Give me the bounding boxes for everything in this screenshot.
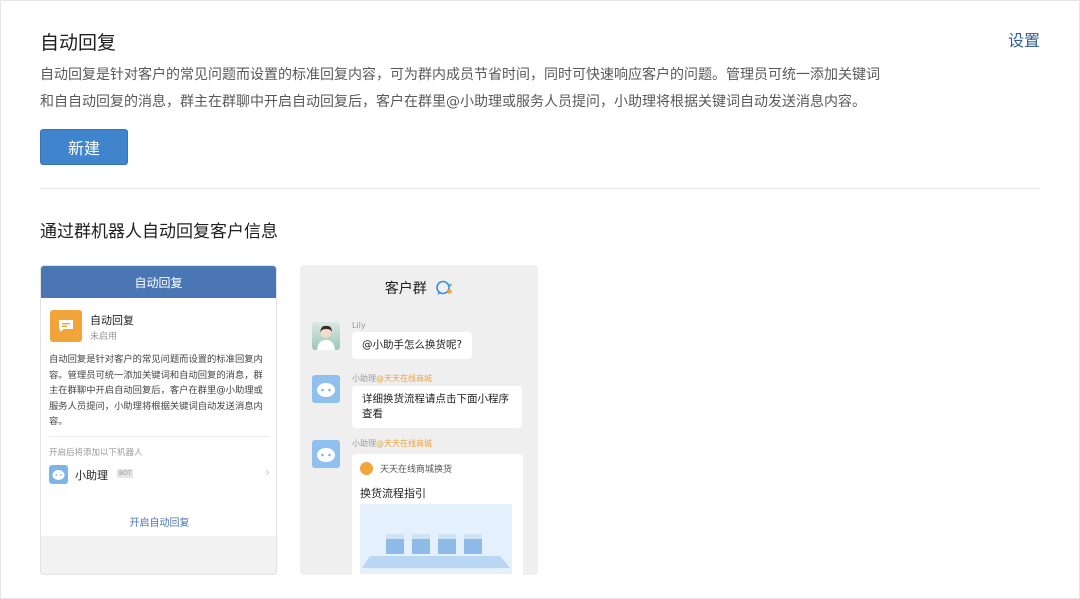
mini-program-illustration: [360, 504, 512, 574]
shop-icon: [360, 462, 373, 475]
mini-program-title: 换货流程指引: [360, 487, 426, 500]
bot-tag: BOT: [117, 469, 134, 478]
description-line: 和自自动回复的消息，群主在群聊中开启自动回复后，客户在群里@小助理或服务人员提问…: [40, 94, 866, 110]
divider: [40, 188, 1040, 189]
sender-name: 小助理: [352, 439, 376, 448]
group-title-text: 客户群: [384, 281, 427, 297]
bot-name: 小助理: [75, 469, 108, 482]
bot-avatar-icon: [49, 465, 68, 484]
feature-status: 未启用: [90, 332, 118, 342]
chevron-right-icon: ›: [265, 465, 270, 479]
page-description: 自动回复是针对客户的常见问题而设置的标准回复内容，可为群内成员节省时间，同时可快…: [40, 62, 980, 116]
bot-row[interactable]: 小助理 BOT ›: [49, 462, 270, 486]
bot-avatar-icon: [312, 440, 340, 468]
section-title: 通过群机器人自动回复客户信息: [40, 222, 278, 242]
preview-chat-card: 客户群 Lily @小助手怎么换货呢? 小助理@天天在线商城 详细换货流程请点击…: [300, 265, 538, 575]
new-button[interactable]: 新建: [40, 129, 128, 165]
avatar: [312, 322, 340, 350]
chat-bubble: 详细换货流程请点击下面小程序查看: [352, 386, 522, 428]
message-sender: Lily: [352, 321, 366, 330]
mini-program-card[interactable]: 天天在线商城换货 换货流程指引: [352, 454, 523, 575]
divider: [49, 436, 270, 437]
sender-shop: @天天在线商城: [376, 374, 432, 383]
preview-body: 自动回复 未启用 自动回复是针对客户的常见问题而设置的标准回复内容。管理员可统一…: [41, 298, 276, 532]
preview-feature-card: 自动回复 自动回复 未启用 自动回复是针对客户的常见问题而设置的标准回复内容。管…: [40, 265, 277, 575]
message-sender: 小助理@天天在线商城: [352, 438, 432, 449]
message-sender: 小助理@天天在线商城: [352, 373, 432, 384]
group-chat-icon: [435, 280, 453, 300]
feature-name: 自动回复: [90, 314, 134, 327]
preview-header: 自动回复: [41, 266, 276, 298]
bot-avatar-icon: [312, 375, 340, 403]
enable-auto-reply-button[interactable]: 开启自动回复: [41, 506, 276, 536]
mini-program-shop: 天天在线商城换货: [380, 465, 453, 475]
page-title: 自动回复: [40, 32, 117, 54]
settings-link[interactable]: 设置: [1008, 27, 1040, 51]
bot-note: 开启后将添加以下机器人: [49, 448, 143, 458]
feature-description: 自动回复是针对客户的常见问题而设置的标准回复内容。管理员可统一添加关键词和自动回…: [49, 354, 263, 427]
sender-name: 小助理: [352, 374, 376, 383]
sender-shop: @天天在线商城: [376, 439, 432, 448]
group-title: 客户群: [300, 278, 538, 300]
chat-bubble: @小助手怎么换货呢?: [352, 332, 473, 359]
feature-chat-icon: [50, 310, 82, 342]
description-line: 自动回复是针对客户的常见问题而设置的标准回复内容，可为群内成员节省时间，同时可快…: [40, 67, 880, 83]
